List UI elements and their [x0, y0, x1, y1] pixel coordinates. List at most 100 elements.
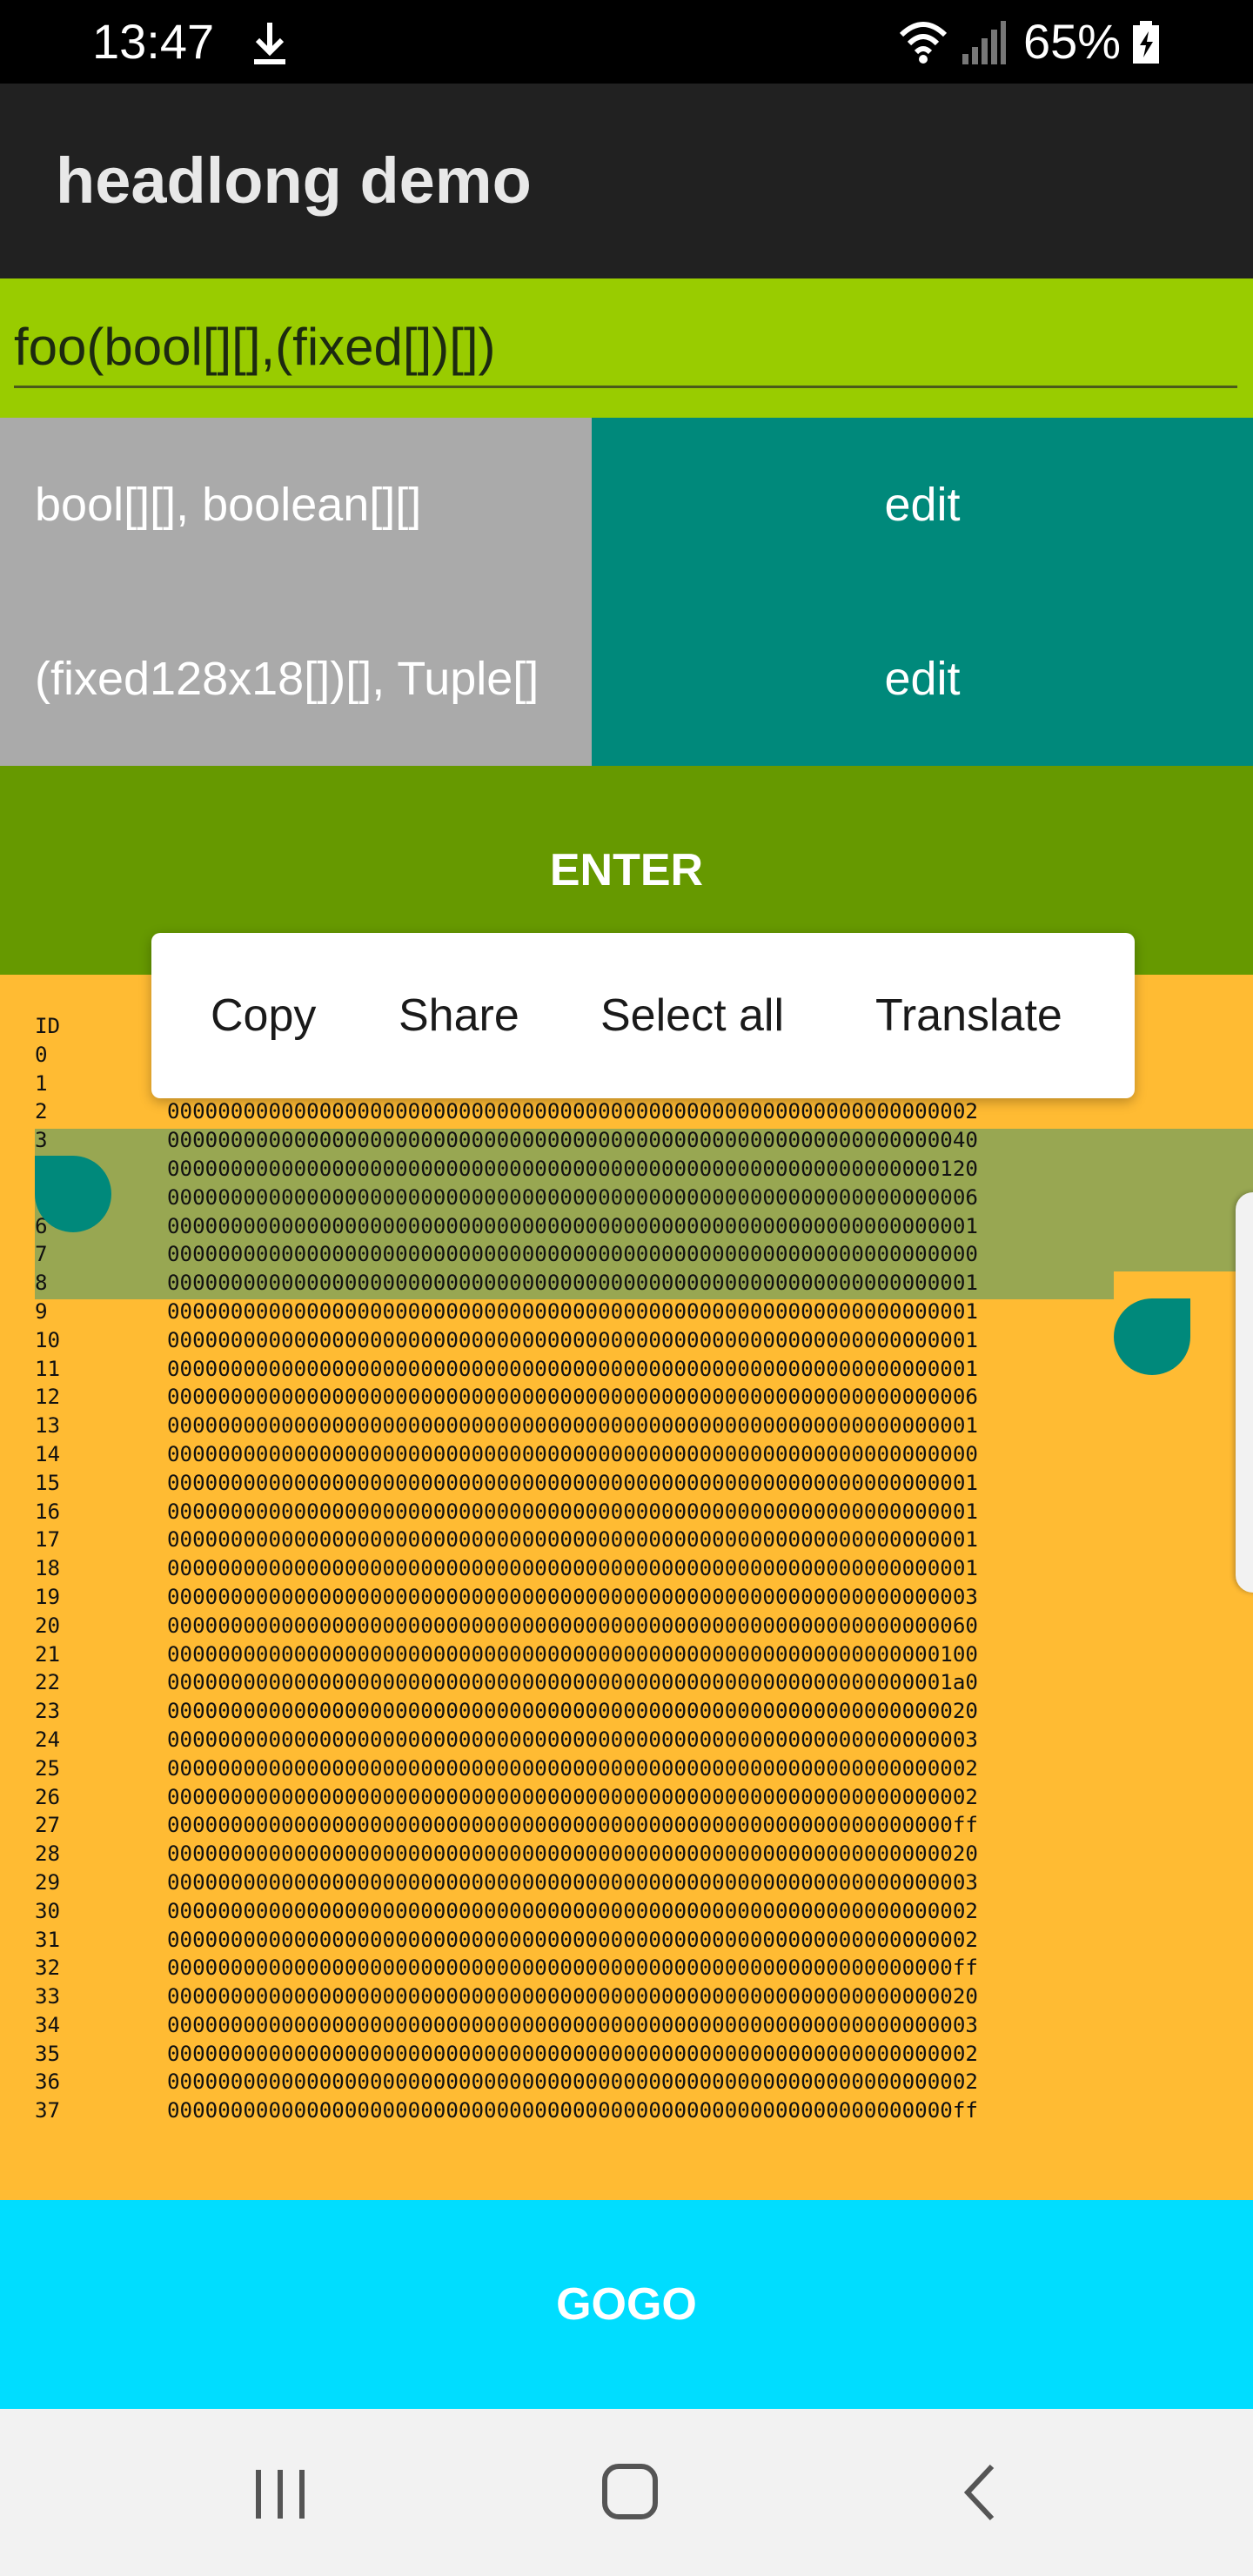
output-row-id: 18: [35, 1556, 61, 1581]
output-row-id: 34: [35, 2012, 61, 2037]
menu-item-translate[interactable]: Translate: [875, 933, 1062, 1098]
output-row-value: 0000000000000000000000000000000000000000…: [167, 2041, 978, 2066]
output-row-id: 24: [35, 1727, 61, 1752]
back-icon[interactable]: [928, 2444, 1032, 2539]
output-row-id: 31: [35, 1927, 61, 1952]
output-row-value: 0000000000000000000000000000000000000000…: [167, 2070, 978, 2095]
output-row-value: 0000000000000000000000000000000000000000…: [167, 1556, 978, 1581]
battery-percent: 65%: [1023, 14, 1122, 69]
output-row-value: 0000000000000000000000000000000000000000…: [167, 1128, 978, 1153]
output-row-id: 32: [35, 1955, 61, 1981]
status-time: 13:47: [92, 14, 215, 69]
param-label-0: bool[][], boolean[][]: [0, 418, 592, 592]
output-row-value: 0000000000000000000000000000000000000000…: [167, 1699, 978, 1724]
selection-end-handle[interactable]: [1114, 1298, 1190, 1375]
output-row-id: 20: [35, 1613, 61, 1638]
output-row-value: 0000000000000000000000000000000000000000…: [167, 1584, 978, 1609]
output-row-value: 0000000000000000000000000000000000000000…: [167, 1613, 978, 1638]
output-row-id: 12: [35, 1385, 61, 1410]
status-bar: 13:47 65%: [0, 0, 1253, 84]
output-row-value: 0000000000000000000000000000000000000000…: [167, 1356, 978, 1381]
download-icon: [254, 23, 285, 64]
output-row-id: 19: [35, 1584, 61, 1609]
output-header: ID: [35, 1014, 61, 1038]
output-row-id: 23: [35, 1699, 61, 1724]
menu-item-select-all[interactable]: Select all: [600, 933, 784, 1098]
output-row-value: 0000000000000000000000000000000000000000…: [167, 1385, 978, 1410]
output-row-id: 3: [35, 1128, 48, 1153]
output-row-value: 0000000000000000000000000000000000000000…: [167, 1984, 978, 2009]
output-row-value: 0000000000000000000000000000000000000000…: [167, 1156, 978, 1181]
output-row-id: 9: [35, 1298, 48, 1324]
output-row-value: 0000000000000000000000000000000000000000…: [167, 1413, 978, 1439]
menu-item-share[interactable]: Share: [399, 933, 519, 1098]
output-row-value: 0000000000000000000000000000000000000000…: [167, 2012, 978, 2037]
battery-charging-icon: [1133, 21, 1159, 64]
gogo-button[interactable]: GOGO: [0, 2200, 1253, 2409]
output-row-value: 0000000000000000000000000000000000000000…: [167, 1499, 978, 1524]
signal-icon: [962, 21, 1006, 64]
output-row-id: 0: [35, 1042, 48, 1067]
output-row-id: 22: [35, 1670, 61, 1695]
output-row-id: 15: [35, 1470, 61, 1495]
output-row-value: 0000000000000000000000000000000000000000…: [167, 1242, 978, 1267]
selection-start-handle[interactable]: [35, 1156, 111, 1232]
navigation-bar: [0, 2409, 1253, 2576]
output-row-value: 0000000000000000000000000000000000000000…: [167, 1955, 978, 1981]
edit-button-0[interactable]: edit: [592, 418, 1253, 592]
output-row-id: 21: [35, 1641, 61, 1667]
output-row-id: 13: [35, 1413, 61, 1439]
text-context-menu: Copy Share Select all Translate: [151, 933, 1135, 1098]
output-row-id: 33: [35, 1984, 61, 2009]
output-row-value: 0000000000000000000000000000000000000000…: [167, 1841, 978, 1867]
param-label-1: (fixed128x18[])[], Tuple[]: [0, 592, 592, 766]
output-row-id: 28: [35, 1841, 61, 1867]
app-title: headlong demo: [56, 144, 532, 217]
output-row-id: 10: [35, 1327, 61, 1352]
output-row-id: 27: [35, 1813, 61, 1838]
output-row-value: 0000000000000000000000000000000000000000…: [167, 1927, 978, 1952]
output-row-id: 25: [35, 1755, 61, 1781]
output-row-id: 29: [35, 1869, 61, 1895]
app-bar: headlong demo: [0, 84, 1253, 278]
output-row-value: 0000000000000000000000000000000000000000…: [167, 1470, 978, 1495]
menu-item-copy[interactable]: Copy: [211, 933, 316, 1098]
output-row-id: 26: [35, 1784, 61, 1809]
recent-apps-icon[interactable]: [228, 2444, 332, 2539]
output-row-id: 11: [35, 1356, 61, 1381]
output-row-id: 37: [35, 2098, 61, 2123]
output-row-id: 30: [35, 1898, 61, 1923]
output-row-id: 7: [35, 1242, 48, 1267]
output-row-value: 0000000000000000000000000000000000000000…: [167, 1784, 978, 1809]
output-row-value: 0000000000000000000000000000000000000000…: [167, 1641, 978, 1667]
output-row-value: 0000000000000000000000000000000000000000…: [167, 1099, 978, 1124]
output-row-id: 1: [35, 1070, 48, 1096]
output-row-id: 35: [35, 2041, 61, 2066]
wifi-icon: [899, 22, 948, 64]
output-row-value: 0000000000000000000000000000000000000000…: [167, 1298, 978, 1324]
output-row-id: 16: [35, 1499, 61, 1524]
output-row-value: 0000000000000000000000000000000000000000…: [167, 1441, 978, 1466]
edit-button-1[interactable]: edit: [592, 592, 1253, 766]
output-row-value: 0000000000000000000000000000000000000000…: [167, 1898, 978, 1923]
output-row-value: 0000000000000000000000000000000000000000…: [167, 1670, 978, 1695]
output-row-value: 0000000000000000000000000000000000000000…: [167, 1184, 978, 1210]
signature-area: [0, 278, 1253, 418]
output-row-id: 14: [35, 1441, 61, 1466]
output-row-id: 17: [35, 1527, 61, 1553]
output-row-value: 0000000000000000000000000000000000000000…: [167, 1327, 978, 1352]
output-row-value: 0000000000000000000000000000000000000000…: [167, 1213, 978, 1238]
output-row-id: 8: [35, 1271, 48, 1296]
output-value-column: 0000000000000000000000000000000000000000…: [167, 1012, 1116, 2125]
output-row-value: 0000000000000000000000000000000000000000…: [167, 2098, 978, 2123]
output-row-id: 2: [35, 1099, 48, 1124]
output-row-id: 36: [35, 2070, 61, 2095]
edge-panel-handle[interactable]: [1236, 1192, 1253, 1593]
output-row-value: 0000000000000000000000000000000000000000…: [167, 1727, 978, 1752]
output-row-value: 0000000000000000000000000000000000000000…: [167, 1813, 978, 1838]
signature-input[interactable]: [14, 308, 1237, 388]
output-row-value: 0000000000000000000000000000000000000000…: [167, 1869, 978, 1895]
home-icon[interactable]: [578, 2444, 682, 2539]
output-row-value: 0000000000000000000000000000000000000000…: [167, 1527, 978, 1553]
output-row-value: 0000000000000000000000000000000000000000…: [167, 1271, 978, 1296]
